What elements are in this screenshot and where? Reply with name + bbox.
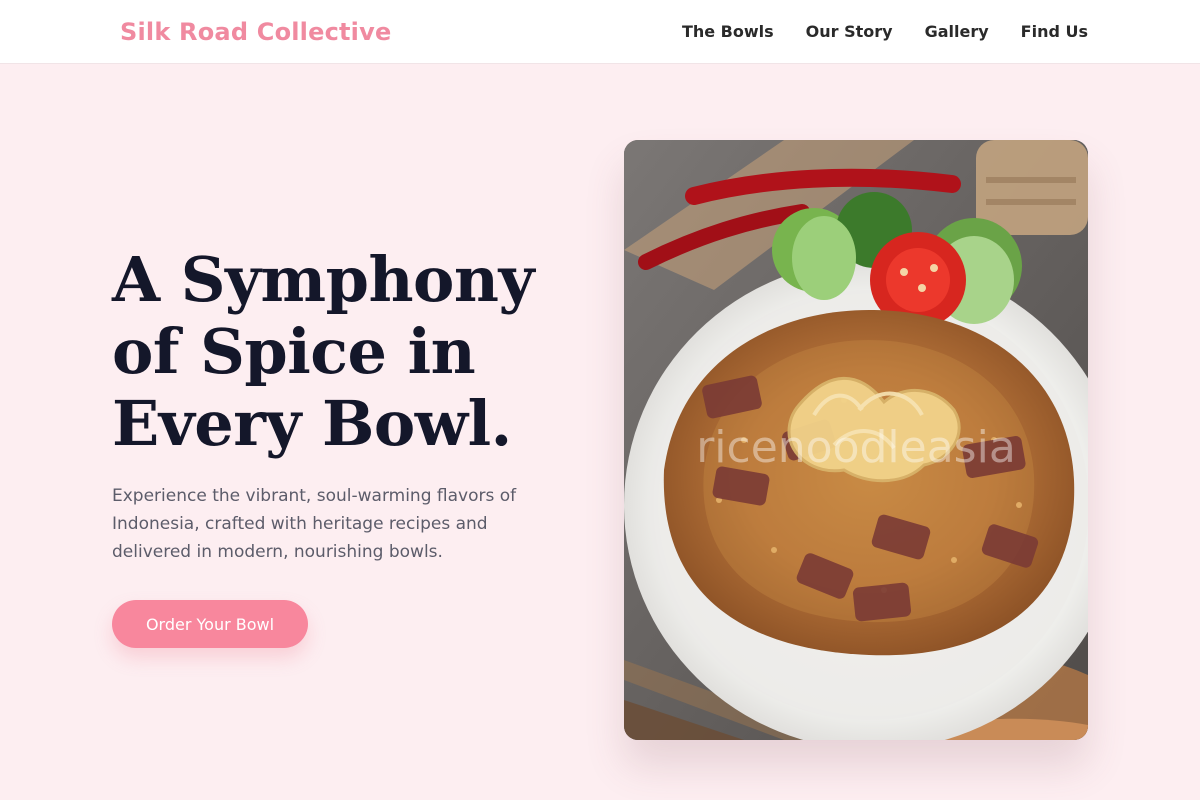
- nav-link-gallery[interactable]: Gallery: [925, 22, 989, 41]
- order-your-bowl-button[interactable]: Order Your Bowl: [112, 600, 308, 648]
- hero-copy: A Symphony of Spice in Every Bowl. Exper…: [112, 244, 572, 648]
- brand-logo[interactable]: Silk Road Collective: [120, 18, 391, 46]
- hero-subtext: Experience the vibrant, soul-warming fla…: [112, 486, 517, 562]
- hero-food-image: ricenoodleasia: [624, 140, 1088, 740]
- hero-section: A Symphony of Spice in Every Bowl. Exper…: [0, 64, 1200, 800]
- nav-link-find-us[interactable]: Find Us: [1021, 22, 1088, 41]
- nav-link-our-story[interactable]: Our Story: [806, 22, 893, 41]
- image-watermark: ricenoodleasia: [696, 422, 1016, 473]
- main-navigation: The Bowls Our Story Gallery Find Us: [682, 22, 1088, 41]
- nav-link-the-bowls[interactable]: The Bowls: [682, 22, 774, 41]
- top-navigation-bar: Silk Road Collective The Bowls Our Story…: [0, 0, 1200, 64]
- fried-rice-bowl-illustration: ricenoodleasia: [624, 140, 1088, 740]
- hero-headline: A Symphony of Spice in Every Bowl.: [112, 243, 534, 460]
